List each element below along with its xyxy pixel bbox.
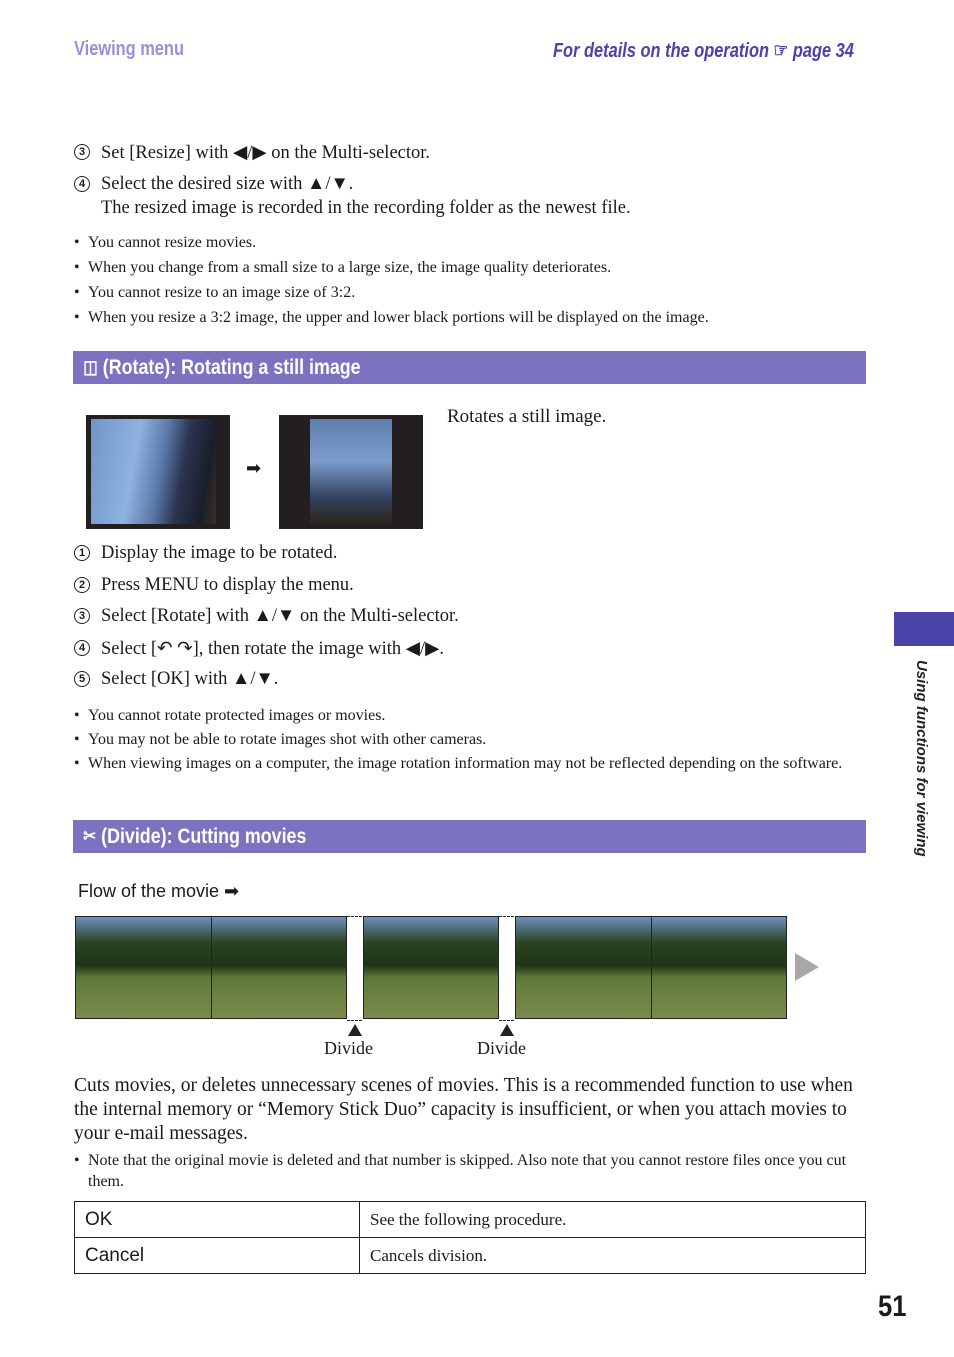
arrow-right-icon: ➡	[246, 458, 262, 478]
rotate-title: (Rotate): Rotating a still image	[102, 355, 361, 379]
resize-note: • You cannot resize to an image size of 3…	[74, 284, 356, 301]
option-key: OK	[74, 1201, 360, 1238]
rotate-step: 4 Select [↶ ↷], then rotate the image wit…	[74, 638, 444, 660]
resize-note: • When you change from a small size to a …	[74, 259, 612, 276]
divide-description: Cuts movies, or deletes unnecessary scen…	[74, 1075, 853, 1144]
divide-options-table: OK See the following procedure. Cancel C…	[74, 1201, 866, 1274]
step-number: 3	[74, 144, 90, 160]
divide-pointer-icon	[500, 1024, 514, 1036]
table-row: Cancel Cancels division.	[74, 1237, 866, 1274]
option-value: Cancels division.	[359, 1237, 866, 1274]
rotate-description: Rotates a still image.	[447, 406, 607, 427]
side-tab-label: Using functions for viewing	[913, 660, 930, 857]
scissors-icon: ✂	[83, 826, 97, 846]
flow-label: Flow of the movie ➡	[78, 881, 240, 901]
divide-note: • Note that the original movie is deleted…	[74, 1152, 847, 1190]
divide-pointer-icon	[348, 1024, 362, 1036]
rotate-note: • When viewing images on a computer, the …	[74, 755, 843, 772]
movie-frame	[363, 916, 499, 1019]
resize-step-4: 4 Select the desired size with ▲/▼. The …	[74, 174, 631, 221]
rotate-step: 1 Display the image to be rotated.	[74, 543, 337, 564]
divide-section-header: ✂ (Divide): Cutting movies	[73, 820, 866, 853]
option-value: See the following procedure.	[359, 1201, 866, 1238]
resize-step-3: 3 Set [Resize] with ◀/▶ on the Multi-sel…	[74, 142, 430, 164]
divide-label: Divide	[324, 1038, 373, 1058]
after-rotation-image	[279, 415, 423, 529]
step-subtext: The resized image is recorded in the rec…	[101, 198, 631, 218]
rotate-step: 5 Select [OK] with ▲/▼.	[74, 669, 278, 690]
divide-gap-marker	[347, 916, 362, 1021]
movie-frame	[651, 916, 787, 1019]
page-number: 51	[877, 1290, 906, 1323]
rotate-note: • You cannot rotate protected images or m…	[74, 707, 386, 724]
rotate-step: 2 Press MENU to display the menu.	[74, 575, 354, 596]
pointing-hand-icon: ☞	[773, 40, 789, 62]
divide-label: Divide	[477, 1038, 526, 1058]
play-continue-icon	[795, 953, 819, 981]
details-reference[interactable]: For details on the operation ☞ page 34	[553, 38, 854, 63]
movie-frame	[75, 916, 212, 1019]
divide-title: (Divide): Cutting movies	[101, 824, 307, 848]
rotate-step: 3 Select [Rotate] with ▲/▼ on the Multi-s…	[74, 606, 459, 627]
resize-note: • When you resize a 3:2 image, the upper …	[74, 309, 709, 326]
before-rotation-image	[86, 415, 230, 529]
details-page-link[interactable]: page 34	[793, 40, 854, 62]
option-key: Cancel	[74, 1237, 360, 1274]
details-text: For details on the operation	[553, 40, 770, 62]
divide-gap-marker	[499, 916, 514, 1021]
rotate-section-header: ◫ (Rotate): Rotating a still image	[73, 351, 866, 384]
side-tab-marker	[894, 612, 954, 646]
rotate-icon: ◫	[83, 357, 98, 377]
resize-note: • You cannot resize movies.	[74, 234, 257, 251]
section-header: Viewing menu	[74, 38, 184, 60]
rotate-note: • You may not be able to rotate images sh…	[74, 731, 487, 748]
step-text: Set [Resize] with ◀/▶ on the Multi-selec…	[101, 143, 431, 163]
step-number: 4	[74, 176, 90, 192]
movie-frame	[211, 916, 347, 1019]
movie-frame	[515, 916, 652, 1019]
step-text: Select the desired size with ▲/▼.	[101, 174, 354, 194]
table-row: OK See the following procedure.	[74, 1201, 866, 1238]
